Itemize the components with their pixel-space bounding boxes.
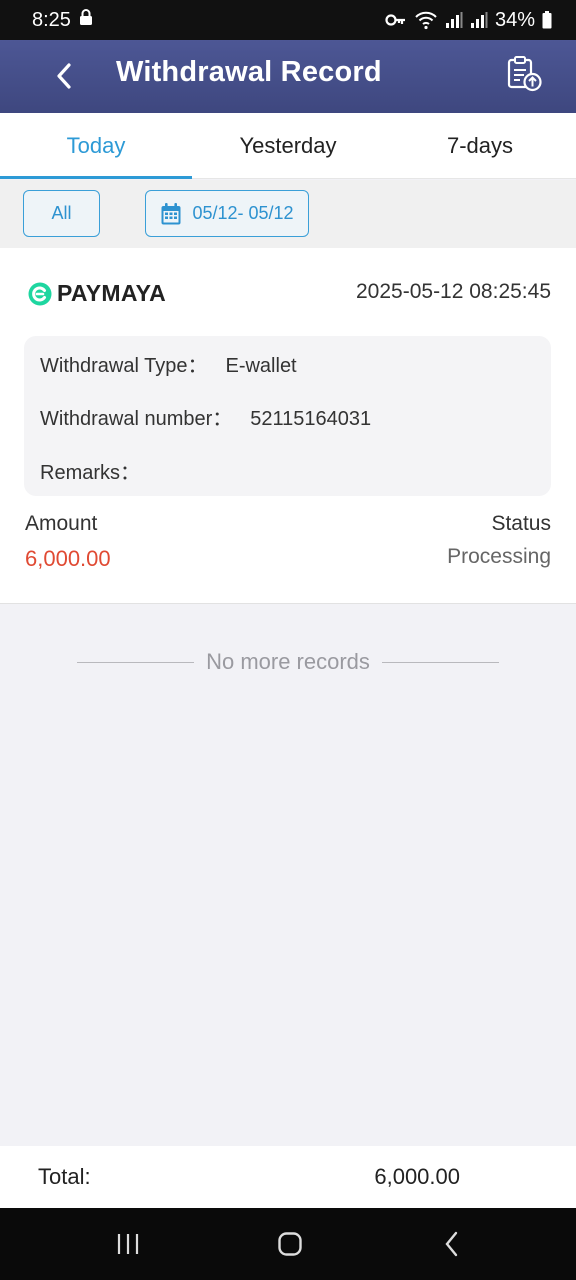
status-label: Status xyxy=(491,512,551,535)
filter-all-button[interactable]: All xyxy=(23,190,100,237)
date-range-label: 05/12- 05/12 xyxy=(192,203,294,223)
battery-icon xyxy=(542,11,552,29)
divider-right xyxy=(381,661,499,663)
withdrawal-type-row: Withdrawal Type： E-wallet xyxy=(40,349,297,378)
status-value: Processing xyxy=(447,545,551,568)
clipboard-upload-icon xyxy=(507,56,542,92)
recent-apps-button[interactable] xyxy=(108,1226,148,1262)
recent-apps-icon xyxy=(117,1234,139,1254)
app-header: Withdrawal Record xyxy=(0,40,576,113)
filter-bar: All 05/12- 05/12 xyxy=(0,180,576,248)
total-value: 6,000.00 xyxy=(374,1164,460,1189)
withdrawal-type-value: E-wallet xyxy=(225,355,297,377)
withdrawal-number-row: Withdrawal number： 52115164031 xyxy=(40,402,371,431)
withdrawal-number-value: 52115164031 xyxy=(250,408,372,430)
total-footer: Total: 6,000.00 xyxy=(0,1146,576,1208)
battery-percent: 34% xyxy=(494,8,535,31)
paymaya-logo-icon xyxy=(28,282,52,305)
signal-icon-2 xyxy=(470,11,488,29)
withdrawal-record-card[interactable]: PAYMAYA 2025-05-12 08:25:45 Withdrawal T… xyxy=(0,248,576,604)
date-tabs: Today Yesterday 7-days xyxy=(0,113,576,179)
list-end-indicator: No more records xyxy=(0,646,576,678)
amount-label: Amount xyxy=(25,512,98,535)
payment-brand: PAYMAYA xyxy=(28,280,166,307)
date-range-button[interactable]: 05/12- 05/12 xyxy=(145,190,309,237)
system-nav-bar xyxy=(0,1208,576,1280)
remarks-row: Remarks： xyxy=(40,456,158,485)
page-title: Withdrawal Record xyxy=(116,56,382,88)
withdrawal-number-label: Withdrawal number： xyxy=(40,408,233,430)
back-arrow-icon xyxy=(445,1231,458,1257)
amount-value: 6,000.00 xyxy=(25,546,111,571)
home-icon xyxy=(278,1232,302,1256)
tab-today[interactable]: Today xyxy=(0,113,192,179)
total-label: Total: xyxy=(38,1164,91,1189)
wifi-icon xyxy=(414,10,438,30)
system-back-button[interactable] xyxy=(432,1226,472,1262)
tab-7-days[interactable]: 7-days xyxy=(384,113,576,178)
export-record-button[interactable] xyxy=(504,54,544,94)
status-bar: 8:25 34% xyxy=(0,0,576,40)
divider-left xyxy=(77,661,195,663)
lock-icon xyxy=(79,8,93,32)
withdrawal-type-label: Withdrawal Type： xyxy=(40,355,208,377)
status-time: 8:25 xyxy=(32,8,71,31)
calendar-icon xyxy=(161,202,181,224)
brand-name: PAYMAYA xyxy=(57,280,167,306)
home-button[interactable] xyxy=(270,1226,310,1262)
record-datetime: 2025-05-12 08:25:45 xyxy=(356,280,551,303)
chevron-left-icon xyxy=(57,63,71,89)
record-details: Withdrawal Type： E-wallet Withdrawal numb… xyxy=(24,336,551,496)
status-left: 8:25 xyxy=(32,8,93,32)
back-button[interactable] xyxy=(46,58,82,94)
key-icon xyxy=(385,13,407,27)
tab-yesterday[interactable]: Yesterday xyxy=(192,113,384,178)
signal-icon xyxy=(445,11,463,29)
status-right: 34% xyxy=(385,9,552,32)
remarks-label: Remarks： xyxy=(40,462,141,484)
no-more-records-text: No more records xyxy=(206,649,370,674)
